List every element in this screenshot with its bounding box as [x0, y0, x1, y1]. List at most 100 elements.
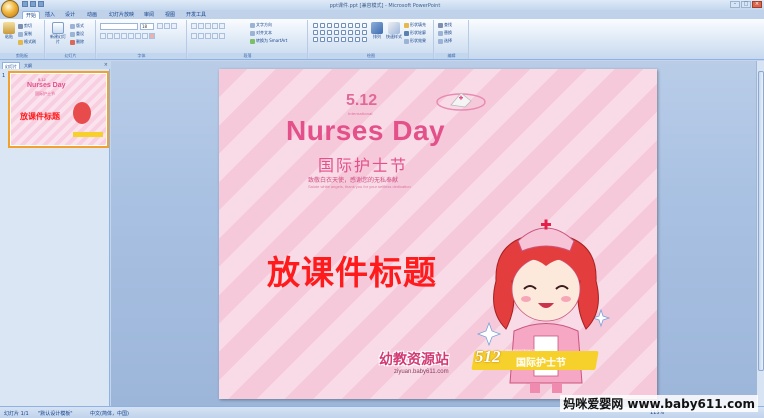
site-logo: 幼教资源站	[379, 352, 449, 368]
find-button[interactable]: 查找	[438, 21, 452, 28]
thumb-heading-cn: 国际护士节	[35, 91, 55, 96]
justify-icon[interactable]	[212, 33, 218, 39]
thumbnail-preview: 5.12 Nurses Day 国际护士节 放课件标题	[11, 74, 106, 145]
save-icon[interactable]	[22, 1, 28, 7]
select-icon	[438, 38, 443, 44]
fill-icon	[404, 22, 409, 28]
delete-slide-button[interactable]: 删除	[70, 38, 84, 45]
panel-close-button[interactable]: ×	[104, 62, 108, 68]
window-title: ppt课件.ppt [兼容模式] - Microsoft PowerPoint	[329, 3, 441, 9]
shapes-gallery[interactable]	[312, 22, 368, 44]
spacing-icon[interactable]	[135, 33, 141, 39]
scissors-icon	[18, 23, 23, 29]
undo-icon[interactable]	[30, 1, 36, 7]
bullets-icon[interactable]	[191, 23, 197, 29]
increase-indent-icon[interactable]	[212, 23, 218, 29]
slide-title[interactable]: 放课件标题	[267, 246, 437, 294]
layout-icon	[70, 23, 75, 29]
font-style-buttons	[100, 33, 155, 39]
close-button[interactable]: ×	[752, 1, 762, 8]
tab-insert[interactable]: 插入	[42, 11, 58, 19]
case-icon[interactable]	[142, 33, 148, 39]
tab-view[interactable]: 视图	[162, 11, 178, 19]
font-color-icon[interactable]	[149, 33, 155, 39]
replace-button[interactable]: 替换	[438, 29, 452, 36]
format-painter-button[interactable]: 格式刷	[18, 38, 36, 45]
shape-effects-button[interactable]: 形状效果	[404, 37, 426, 44]
brush-icon	[18, 39, 23, 45]
new-slide-button[interactable]: 新建幻灯片	[49, 22, 67, 48]
office-button[interactable]	[1, 0, 19, 18]
maximize-button[interactable]: □	[741, 1, 751, 8]
site-url: ziyuan.baby611.com	[394, 369, 449, 375]
font-size-select[interactable]: 18	[140, 23, 154, 30]
tab-review[interactable]: 审阅	[141, 11, 157, 19]
numbering-icon[interactable]	[198, 23, 204, 29]
smartart-button[interactable]: 转换为 SmartArt	[250, 37, 287, 44]
line-spacing-icon[interactable]	[219, 23, 225, 29]
align-left-icon[interactable]	[191, 33, 197, 39]
tab-slideshow[interactable]: 幻灯片放映	[106, 11, 137, 19]
scrollbar-thumb[interactable]	[758, 71, 764, 371]
copy-button[interactable]: 复制	[18, 30, 32, 37]
paste-button[interactable]: 粘贴	[2, 22, 16, 48]
tab-design[interactable]: 设计	[62, 11, 78, 19]
italic-icon[interactable]	[107, 33, 113, 39]
minimize-button[interactable]: –	[730, 1, 740, 8]
title-bar: ppt课件.ppt [兼容模式] - Microsoft PowerPoint …	[0, 0, 764, 18]
slide-thumbnail[interactable]: 5.12 Nurses Day 国际护士节 放课件标题	[8, 71, 109, 148]
slogan-en: Salute white angels, thank you for your …	[308, 184, 411, 189]
new-slide-icon	[52, 22, 64, 34]
align-center-icon[interactable]	[198, 33, 204, 39]
clipboard-label: 剪贴板	[0, 53, 44, 59]
shadow-icon[interactable]	[128, 33, 134, 39]
text-direction-button[interactable]: 文字方向	[250, 21, 272, 28]
ribbon: 粘贴 剪切 复制 格式刷 剪贴板 新建幻灯片 版式 重设 删除 幻灯片 18 字…	[0, 19, 764, 60]
strikethrough-icon[interactable]	[121, 33, 127, 39]
paragraph-group: 文字方向 对齐文本 转换为 SmartArt 段落	[188, 20, 308, 59]
language: 中文(简体，中国)	[90, 411, 129, 417]
shape-outline-button[interactable]: 形状轮廓	[404, 29, 426, 36]
list-buttons	[191, 23, 225, 29]
slide-heading-cn: 国际护士节	[318, 156, 409, 175]
cut-button[interactable]: 剪切	[18, 22, 32, 29]
shrink-font-icon[interactable]	[164, 23, 170, 29]
tab-outline[interactable]: 大纲	[22, 62, 34, 69]
thumb-banner	[73, 132, 103, 137]
align-text-button[interactable]: 对齐文本	[250, 29, 272, 36]
align-right-icon[interactable]	[205, 33, 211, 39]
layout-button[interactable]: 版式	[70, 22, 84, 29]
arrange-icon	[371, 22, 383, 34]
tab-animations[interactable]: 动画	[84, 11, 100, 19]
thumb-nurse-illustration	[73, 102, 91, 124]
tab-slides[interactable]: 幻灯片	[2, 62, 20, 69]
decrease-indent-icon[interactable]	[205, 23, 211, 29]
arrange-button[interactable]: 排列	[370, 22, 384, 48]
panel-tabs: 幻灯片 大纲 ×	[0, 61, 110, 69]
slide[interactable]: 5.12 International Nurses Day 国际护士节 致敬白衣…	[219, 69, 657, 399]
clear-format-icon[interactable]	[171, 23, 177, 29]
thumb-heading: Nurses Day	[27, 82, 66, 89]
align-text-icon	[250, 30, 255, 36]
tab-home[interactable]: 开始	[22, 11, 41, 19]
select-button[interactable]: 选择	[438, 37, 452, 44]
slides-group: 新建幻灯片 版式 重设 删除 幻灯片	[46, 20, 96, 59]
quick-styles-button[interactable]: 快速样式	[386, 22, 402, 48]
vertical-scrollbar[interactable]	[756, 61, 764, 406]
tab-developer[interactable]: 开发工具	[183, 11, 209, 19]
columns-icon[interactable]	[219, 33, 225, 39]
paste-icon	[3, 22, 15, 34]
shape-fill-button[interactable]: 形状填充	[404, 21, 426, 28]
slide-info: 幻灯片 1/1	[4, 411, 29, 417]
quick-access-toolbar	[22, 1, 44, 9]
redo-icon[interactable]	[38, 1, 44, 7]
align-buttons	[191, 33, 225, 39]
font-name-select[interactable]	[100, 23, 138, 30]
grow-font-icon[interactable]	[157, 23, 163, 29]
underline-icon[interactable]	[114, 33, 120, 39]
reset-button[interactable]: 重设	[70, 30, 84, 37]
font-group: 18 字体	[97, 20, 187, 59]
delete-icon	[70, 39, 75, 45]
bold-icon[interactable]	[100, 33, 106, 39]
find-icon	[438, 22, 443, 28]
